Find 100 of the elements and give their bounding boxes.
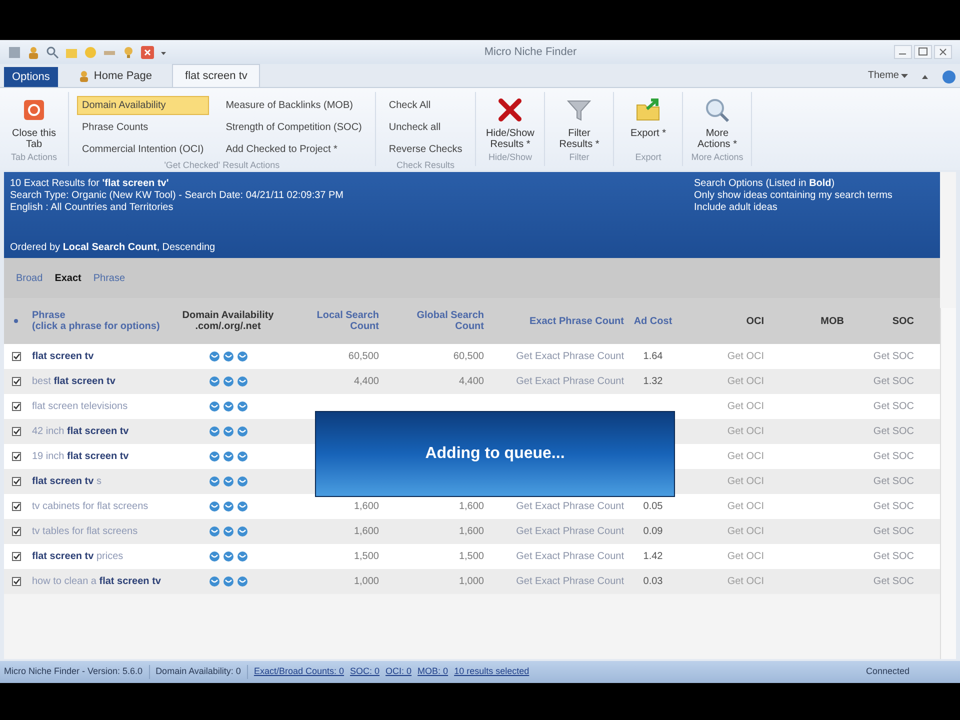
person-icon	[78, 70, 90, 82]
ribbon-group-label: Hide/Show	[487, 150, 533, 164]
table-cell: 1,000	[458, 576, 484, 587]
oci-link[interactable]: Get OCI	[727, 551, 764, 562]
window-title: Micro Niche Finder	[483, 44, 578, 60]
match-type-link[interactable]: Exact	[54, 270, 82, 286]
keyword-link[interactable]: 42 inch flat screen tv	[32, 426, 129, 437]
oci-link[interactable]: Get OCI	[727, 501, 764, 512]
ribbon-tab[interactable]: flat screen tv	[172, 64, 260, 87]
ribbon-menu-item[interactable]: Phrase Counts	[77, 118, 209, 137]
results-title: 10 Exact Results for 'flat screen tv'	[10, 178, 170, 190]
ribbon-group-label: Check Results	[396, 159, 456, 172]
table-cell: 1,600	[354, 501, 379, 512]
row-checkbox[interactable]	[12, 377, 20, 386]
oci-link[interactable]: Get OCI	[727, 351, 764, 362]
cross-icon	[496, 96, 524, 124]
ribbon-tab[interactable]: Home Page	[66, 64, 164, 87]
ribbon-menu-item[interactable]: Measure of Backlinks (MOB)	[220, 96, 367, 115]
close-icon[interactable]	[934, 45, 952, 59]
row-checkbox[interactable]	[12, 552, 20, 561]
status-link[interactable]: SOC: 0	[350, 665, 380, 679]
keyword-link[interactable]: how to clean a flat screen tv	[32, 576, 161, 587]
globe-icon	[208, 476, 220, 487]
soc-link[interactable]: Get SOC	[873, 501, 914, 512]
match-type-link[interactable]: Phrase	[93, 270, 126, 286]
exact-count-link[interactable]: Get Exact Phrase Count	[516, 351, 624, 362]
ribbon-button[interactable]: Filter Results *	[553, 96, 606, 150]
ribbon-menu-item[interactable]: Commercial Intention (OCI)	[77, 140, 209, 159]
row-checkbox[interactable]	[12, 527, 20, 536]
options-menu-button[interactable]: Options	[4, 66, 58, 87]
ribbon-menu-item[interactable]: Strength of Competition (SOC)	[220, 118, 367, 137]
oci-link[interactable]: Get OCI	[727, 401, 764, 412]
soc-link[interactable]: Get SOC	[873, 401, 914, 412]
status-link[interactable]: 10 results selected	[454, 665, 530, 679]
match-type-link[interactable]: Broad	[16, 270, 43, 286]
ribbon-button[interactable]: Close this Tab	[8, 96, 60, 150]
search-info-text: English : All Countries and Territories	[10, 202, 174, 214]
row-checkbox[interactable]	[12, 477, 20, 486]
keyword-link[interactable]: flat screen tv s	[32, 476, 102, 487]
soc-link[interactable]: Get SOC	[873, 551, 914, 562]
theme-menu[interactable]: Theme	[868, 68, 908, 83]
globe-icon	[222, 351, 234, 362]
globe-icon	[236, 476, 248, 487]
bulb-icon[interactable]	[122, 46, 135, 58]
table-cell: 0.03	[643, 576, 663, 587]
globe-icon	[222, 451, 234, 462]
table-cell: 4,400	[354, 376, 379, 387]
status-link[interactable]: MOB: 0	[418, 665, 448, 679]
row-checkbox[interactable]	[12, 452, 20, 461]
ribbon-menu-item[interactable]: Uncheck all	[384, 118, 468, 137]
table-cell: 1,600	[458, 526, 484, 537]
sort-dot-icon	[14, 319, 18, 323]
globe-icon	[236, 376, 248, 387]
globe-icon	[222, 501, 234, 512]
globe-icon	[208, 351, 220, 362]
status-link[interactable]: Exact/Broad Counts: 0	[254, 665, 344, 679]
keyword-link[interactable]: tv cabinets for flat screens	[32, 501, 148, 512]
table-cell: 0.09	[643, 526, 663, 537]
ribbon-menu-item[interactable]: Domain Availability	[77, 96, 209, 115]
soc-link[interactable]: Get SOC	[873, 351, 914, 362]
keyword-link[interactable]: flat screen tv prices	[32, 551, 124, 562]
keyword-link[interactable]: flat screen tv	[32, 351, 94, 362]
search-icon[interactable]	[46, 46, 59, 58]
ribbon-menu-item[interactable]: Check All	[384, 96, 468, 115]
column-header: Global Search Count	[416, 310, 485, 332]
column-header: Phrase (click a phrase for options)	[31, 310, 161, 332]
row-checkbox[interactable]	[12, 502, 20, 511]
magnifier-icon	[703, 96, 732, 124]
exact-count-link[interactable]: Get Exact Phrase Count	[516, 501, 624, 512]
help-icon[interactable]	[942, 70, 956, 84]
soc-link[interactable]: Get SOC	[873, 451, 914, 462]
close-icon[interactable]	[141, 46, 154, 58]
minimize-icon[interactable]	[894, 45, 912, 59]
sort-order-text: Ordered by Local Search Count, Descending	[10, 242, 216, 254]
globe-icon	[208, 426, 220, 437]
oci-link[interactable]: Get OCI	[727, 451, 764, 462]
row-checkbox[interactable]	[12, 402, 20, 411]
keyword-link[interactable]: 19 inch flat screen tv	[32, 451, 129, 462]
globe-icon	[208, 401, 220, 412]
ribbon-menu-item[interactable]: Reverse Checks	[384, 140, 468, 159]
ribbon-button[interactable]: Hide/Show Results *	[484, 96, 536, 150]
globe-icon	[208, 451, 220, 462]
maximize-icon[interactable]	[914, 45, 932, 59]
keyword-link[interactable]: flat screen televisions	[32, 401, 128, 412]
column-header: SOC	[891, 316, 915, 326]
globe-icon	[208, 576, 220, 587]
globe-icon	[236, 451, 248, 462]
row-checkbox[interactable]	[12, 427, 20, 436]
globe-icon	[222, 476, 234, 487]
row-checkbox[interactable]	[12, 577, 20, 586]
search-info-text: Search Type: Organic (New KW Tool) - Search Date: 04/21/11 02:09:37 PM	[10, 190, 344, 202]
row-checkbox[interactable]	[12, 352, 20, 361]
globe-icon	[236, 551, 248, 562]
keyword-link[interactable]: best flat screen tv	[32, 376, 116, 387]
ribbon-menu-item[interactable]: Add Checked to Project *	[220, 140, 367, 159]
globe-icon	[222, 376, 234, 387]
status-link[interactable]: OCI: 0	[386, 665, 412, 679]
ribbon-button[interactable]: More Actions *	[691, 96, 744, 150]
ribbon-button[interactable]: Export *	[622, 96, 674, 139]
exact-count-link[interactable]: Get Exact Phrase Count	[516, 551, 624, 562]
